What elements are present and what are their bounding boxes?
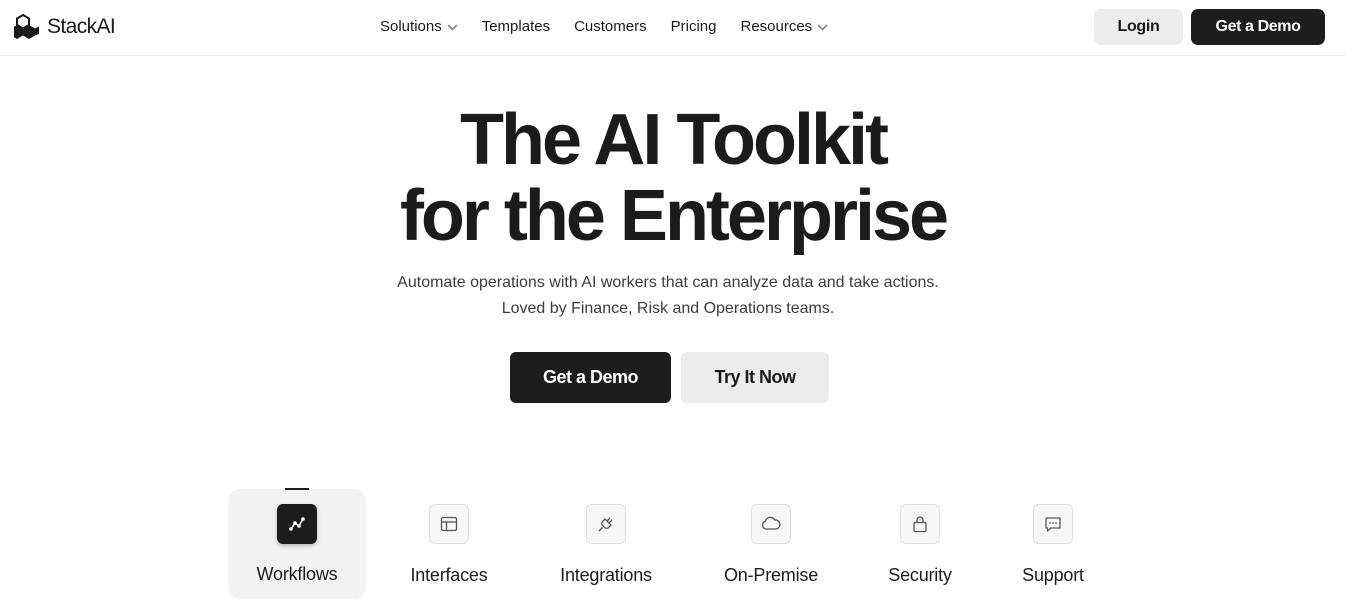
get-demo-button[interactable]: Get a Demo — [510, 352, 671, 403]
hero-subtitle-line-2: Loved by Finance, Risk and Operations te… — [501, 300, 835, 317]
tab-interfaces[interactable]: Interfaces — [403, 504, 495, 586]
tab-support[interactable]: Support — [1013, 504, 1093, 586]
nav-item-solutions[interactable]: Solutions — [380, 18, 458, 35]
stackai-logo-icon — [14, 14, 39, 39]
tab-label: On-Premise — [723, 565, 819, 585]
hero-title: The AI Toolkit for the Enterprise — [0, 102, 1346, 254]
login-button[interactable]: Login — [1094, 9, 1183, 45]
nav-item-customers[interactable]: Customers — [574, 18, 647, 35]
workflow-icon — [277, 504, 317, 544]
nav-item-resources[interactable]: Resources — [740, 18, 828, 35]
brand-name: StackAI — [47, 15, 116, 38]
site-header: StackAI Solutions Templates Customers Pr… — [0, 0, 1346, 56]
hero-subtitle: Automate operations with AI workers that… — [0, 270, 1336, 322]
tab-workflows[interactable]: Workflows — [252, 504, 342, 585]
active-tab-indicator — [285, 488, 309, 490]
tab-label: Integrations — [560, 565, 652, 585]
cloud-icon — [751, 504, 791, 544]
hero-title-line-2: for the Enterprise — [399, 176, 949, 256]
lock-icon — [900, 504, 940, 544]
layout-icon — [429, 504, 469, 544]
nav-item-label: Customers — [574, 18, 647, 35]
tab-security[interactable]: Security — [880, 504, 960, 586]
chat-icon — [1033, 504, 1073, 544]
tab-label: Workflows — [256, 564, 338, 584]
main-nav: Solutions Templates Customers Pricing Re… — [380, 18, 828, 35]
tab-on-premise[interactable]: On-Premise — [716, 504, 826, 586]
try-it-now-button[interactable]: Try It Now — [681, 352, 829, 403]
tab-label: Support — [1022, 565, 1084, 585]
chevron-down-icon — [817, 23, 828, 31]
get-demo-header-button[interactable]: Get a Demo — [1191, 9, 1325, 45]
nav-item-pricing[interactable]: Pricing — [671, 18, 717, 35]
chevron-down-icon — [447, 23, 458, 31]
logo[interactable]: StackAI — [14, 14, 116, 40]
nav-item-label: Resources — [740, 18, 813, 35]
tab-label: Security — [888, 565, 952, 585]
nav-item-label: Solutions — [380, 18, 442, 35]
hero-subtitle-line-1: Automate operations with AI workers that… — [397, 274, 939, 291]
hero-title-line-1: The AI Toolkit — [460, 100, 889, 180]
tab-integrations[interactable]: Integrations — [551, 504, 661, 586]
plug-icon — [586, 504, 626, 544]
tab-label: Interfaces — [410, 565, 488, 585]
nav-item-templates[interactable]: Templates — [482, 18, 550, 35]
nav-item-label: Templates — [481, 18, 551, 35]
nav-item-label: Pricing — [670, 18, 717, 35]
